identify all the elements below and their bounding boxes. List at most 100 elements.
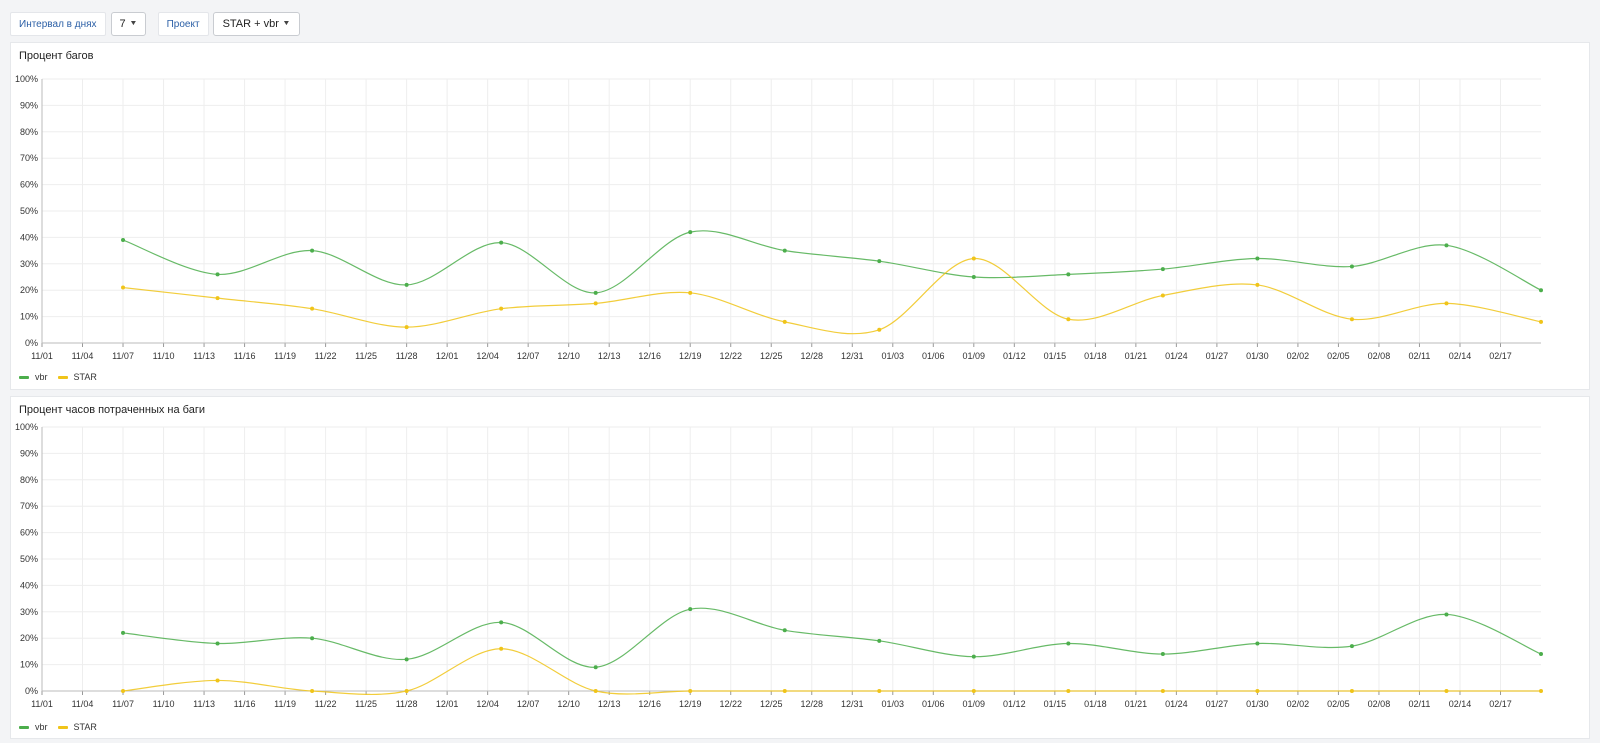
x-tick-label: 12/25: [760, 699, 783, 709]
grid-lines: [41, 426, 1541, 692]
y-tick-label: 100%: [15, 422, 38, 432]
data-point-vbr[interactable]: [310, 248, 315, 253]
x-tick-label: 01/24: [1165, 699, 1188, 709]
data-point-vbr[interactable]: [877, 259, 882, 264]
data-point-star[interactable]: [782, 689, 787, 693]
data-point-vbr[interactable]: [215, 272, 220, 277]
legend-label-star: STAR: [73, 372, 97, 382]
data-point-star[interactable]: [1255, 689, 1260, 693]
data-point-star[interactable]: [782, 319, 787, 324]
data-point-vbr[interactable]: [310, 636, 315, 641]
data-point-vbr[interactable]: [971, 654, 976, 659]
data-point-vbr[interactable]: [593, 665, 598, 670]
data-point-star[interactable]: [1255, 282, 1260, 287]
x-tick-label: 02/14: [1449, 351, 1472, 361]
data-point-star[interactable]: [1349, 689, 1354, 693]
data-point-vbr[interactable]: [877, 638, 882, 643]
x-tick-label: 01/15: [1044, 699, 1067, 709]
y-tick-label: 40%: [20, 232, 38, 242]
data-point-star[interactable]: [404, 689, 409, 693]
data-point-star[interactable]: [121, 285, 126, 290]
x-tick-label: 12/25: [760, 351, 783, 361]
data-point-vbr[interactable]: [404, 657, 409, 662]
data-point-vbr[interactable]: [688, 607, 693, 612]
x-tick-label: 12/04: [476, 699, 499, 709]
interval-select[interactable]: 7 ▼: [110, 12, 146, 36]
data-point-star[interactable]: [499, 646, 504, 651]
data-point-vbr[interactable]: [1349, 264, 1354, 269]
data-point-vbr[interactable]: [121, 630, 126, 635]
data-point-vbr[interactable]: [215, 641, 220, 646]
data-point-vbr[interactable]: [121, 238, 126, 243]
data-point-star[interactable]: [688, 290, 693, 295]
data-point-star[interactable]: [215, 296, 220, 301]
data-point-vbr[interactable]: [1255, 256, 1260, 261]
data-point-star[interactable]: [1539, 689, 1543, 693]
data-point-vbr[interactable]: [971, 275, 976, 279]
data-point-vbr[interactable]: [499, 240, 504, 245]
data-point-vbr[interactable]: [782, 248, 787, 253]
project-label: Проект: [157, 12, 209, 36]
x-tick-label: 01/18: [1084, 351, 1107, 361]
data-point-vbr[interactable]: [1539, 652, 1543, 657]
data-point-star[interactable]: [1444, 689, 1449, 693]
data-point-vbr[interactable]: [1349, 644, 1354, 649]
x-tick-label: 02/08: [1368, 699, 1391, 709]
data-point-star[interactable]: [593, 301, 598, 306]
x-tick-label: 02/02: [1287, 351, 1310, 361]
bug-hours-chart: 0% 10% 20% 30% 40% 50% 60% 70% 80% 90% 100% 11/01 11…: [15, 422, 1543, 709]
data-point-star[interactable]: [215, 678, 220, 683]
data-point-star[interactable]: [121, 689, 126, 693]
data-point-star[interactable]: [877, 327, 882, 332]
data-point-star[interactable]: [1160, 293, 1165, 298]
x-tick-label: 12/31: [841, 699, 864, 709]
data-point-star[interactable]: [877, 689, 882, 693]
y-tick-label: 90%: [20, 100, 38, 110]
data-point-vbr[interactable]: [1444, 243, 1449, 248]
x-tick-label: 01/30: [1246, 699, 1269, 709]
y-tick-label: 80%: [20, 127, 38, 137]
data-point-vbr[interactable]: [499, 620, 504, 625]
data-point-vbr[interactable]: [1066, 641, 1071, 646]
data-point-vbr[interactable]: [404, 282, 409, 287]
data-point-star[interactable]: [593, 689, 598, 693]
legend-item-star[interactable]: STAR: [57, 722, 97, 732]
data-point-star[interactable]: [1444, 301, 1449, 306]
legend-item-star[interactable]: STAR: [57, 372, 97, 382]
data-point-star[interactable]: [688, 689, 693, 693]
data-point-vbr[interactable]: [782, 628, 787, 633]
data-point-star[interactable]: [404, 325, 409, 330]
project-select[interactable]: STAR + vbr ▼: [212, 12, 300, 36]
x-tick-label: 12/16: [638, 351, 661, 361]
chart-legend: vbr STAR: [19, 372, 107, 382]
legend-item-vbr[interactable]: vbr: [19, 722, 48, 732]
data-point-star[interactable]: [310, 306, 315, 311]
x-tick-label: 11/28: [396, 699, 418, 709]
legend-item-vbr[interactable]: vbr: [19, 372, 48, 382]
data-point-vbr[interactable]: [1160, 267, 1165, 272]
x-tick-label: 11/19: [274, 351, 296, 361]
data-point-vbr[interactable]: [1255, 641, 1260, 646]
data-point-star[interactable]: [971, 689, 976, 693]
data-point-star[interactable]: [1066, 317, 1071, 322]
data-point-vbr[interactable]: [1160, 652, 1165, 657]
data-point-star[interactable]: [1066, 689, 1071, 693]
data-point-star[interactable]: [1349, 317, 1354, 322]
data-point-vbr[interactable]: [1444, 612, 1449, 617]
x-tick-label: 12/13: [598, 351, 621, 361]
chevron-down-icon: ▼: [128, 20, 138, 27]
data-point-star[interactable]: [971, 256, 976, 261]
data-point-vbr[interactable]: [1539, 288, 1543, 293]
data-point-vbr[interactable]: [688, 230, 693, 235]
data-point-star[interactable]: [499, 306, 504, 311]
x-tick-label: 12/10: [557, 351, 580, 361]
data-point-vbr[interactable]: [593, 290, 598, 295]
y-tick-label: 10%: [20, 312, 38, 322]
x-tick-label: 12/01: [436, 699, 459, 709]
x-tick-label: 12/07: [517, 351, 540, 361]
data-point-vbr[interactable]: [1066, 272, 1071, 277]
data-point-star[interactable]: [1539, 319, 1543, 324]
data-point-star[interactable]: [310, 689, 315, 693]
data-point-star[interactable]: [1160, 689, 1165, 693]
y-tick-label: 30%: [20, 607, 38, 617]
